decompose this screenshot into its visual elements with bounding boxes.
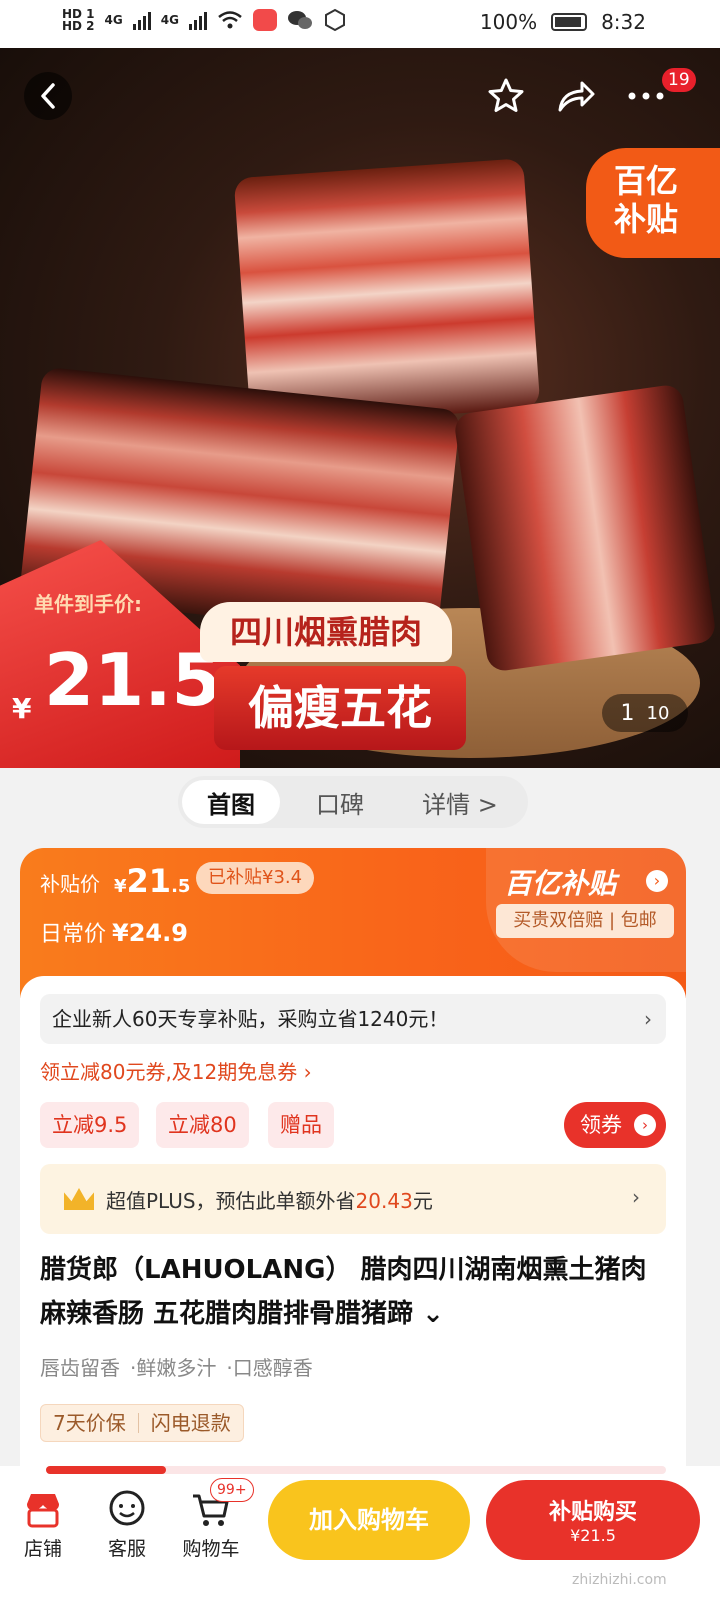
status-bar: HD 1 HD 2 4G 4G 100% 8:32 xyxy=(0,0,720,48)
gift-chip[interactable]: 赠品 xyxy=(268,1102,334,1148)
chevron-right-icon: › xyxy=(634,1114,656,1136)
subsidy-corner-badge: 百亿 补贴 xyxy=(586,148,720,258)
product-title[interactable]: 腊货郎（LAHUOLANG） 腊肉四川湖南烟熏土猪肉麻辣香肠 五花腊肉腊排骨腊猪… xyxy=(40,1248,660,1336)
final-price: 21.5 xyxy=(44,638,222,722)
service-tags[interactable]: 7天价保 闪电退款 xyxy=(40,1404,244,1442)
coupon-offer-link[interactable]: 领立减80元券,及12期免息券 › xyxy=(40,1056,312,1085)
product-tag-subtitle: 偏瘦五花 xyxy=(214,666,466,750)
tab-details[interactable]: 详情 > xyxy=(400,780,520,824)
wifi-icon xyxy=(218,11,242,29)
bacon-piece xyxy=(233,158,541,428)
crown-icon xyxy=(64,1188,94,1210)
star-icon xyxy=(488,78,524,112)
chevron-right-icon: › xyxy=(632,1185,640,1209)
signal-icon xyxy=(132,10,151,30)
notification-badge: 19 xyxy=(662,68,696,92)
subsidy-saved-chip: 已补贴¥3.4 xyxy=(196,862,315,894)
chevron-right-icon: › xyxy=(644,1007,652,1031)
regular-price: 日常价 ¥24.9 xyxy=(40,919,188,947)
network-type-2: 4G xyxy=(160,13,179,27)
bacon-piece xyxy=(453,383,717,673)
guarantee-badge[interactable]: 买贵双倍赔 | 包邮 xyxy=(496,904,674,938)
enterprise-subsidy-row[interactable]: 企业新人60天专享补贴，采购立省1240元！ › xyxy=(40,994,666,1044)
subsidy-buy-button[interactable]: 补贴购买 ¥21.5 xyxy=(486,1480,700,1560)
share-icon xyxy=(558,81,595,112)
product-features: 唇齿留香 ·鲜嫩多汁 ·口感醇香 xyxy=(40,1356,313,1380)
back-arrow-icon xyxy=(41,83,55,109)
battery-icon xyxy=(551,13,588,31)
more-dots-icon xyxy=(628,92,664,100)
sim-indicator: HD 1 HD 2 xyxy=(62,7,95,33)
image-pager: 1 10 xyxy=(602,694,688,732)
battery-percent: 100% xyxy=(479,10,538,34)
final-price-label: 单件到手价: xyxy=(34,592,142,616)
favorite-button[interactable] xyxy=(482,72,530,120)
app-notification-icon xyxy=(252,9,277,31)
tab-main-image[interactable]: 首图 xyxy=(182,780,280,824)
discount-chip[interactable]: 立减9.5 xyxy=(40,1102,140,1148)
discount-chip[interactable]: 立减80 xyxy=(156,1102,249,1148)
chevron-right-icon: › xyxy=(646,870,668,892)
watermark: zhizhizhi.com xyxy=(572,1572,667,1588)
subsidy-brand-link[interactable]: 百亿补贴 xyxy=(504,862,616,902)
media-tabs: 首图 口碑 详情 > xyxy=(178,776,528,828)
signal-icon xyxy=(188,10,207,30)
get-coupon-button[interactable]: 领券 › xyxy=(564,1102,666,1148)
network-type-1: 4G xyxy=(104,13,123,27)
cart-count-badge: 99+ xyxy=(210,1478,254,1502)
chat-face-icon xyxy=(109,1490,145,1526)
share-button[interactable] xyxy=(552,72,600,120)
store-icon xyxy=(27,1494,59,1528)
product-tag-title: 四川烟熏腊肉 xyxy=(200,602,452,662)
shield-icon xyxy=(324,8,345,32)
tab-reviews[interactable]: 口碑 xyxy=(280,780,400,824)
back-button[interactable] xyxy=(24,72,72,120)
store-button[interactable]: 店铺 xyxy=(8,1486,78,1562)
price-currency: ¥ xyxy=(12,692,32,725)
wechat-icon xyxy=(287,11,312,29)
clock: 8:32 xyxy=(601,10,646,34)
plus-savings-row[interactable]: 超值PLUS，预估此单额外省20.43元 › xyxy=(40,1164,666,1234)
customer-service-button[interactable]: 客服 xyxy=(92,1486,162,1562)
subsidy-price: ¥21.5 xyxy=(114,862,191,900)
add-to-cart-button[interactable]: 加入购物车 xyxy=(268,1480,470,1560)
subsidy-price-label: 补贴价 xyxy=(40,872,100,896)
